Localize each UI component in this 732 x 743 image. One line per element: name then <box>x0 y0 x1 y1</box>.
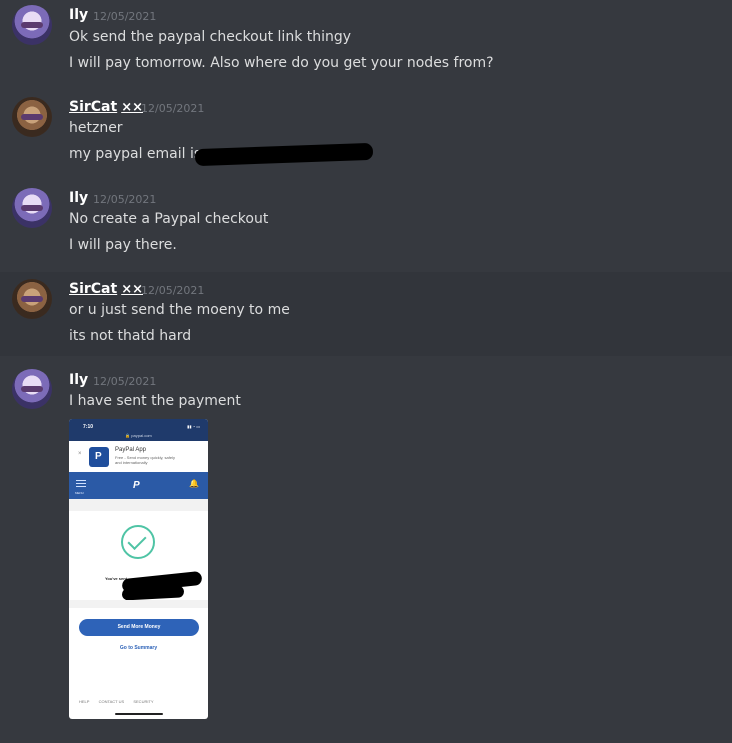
phone-status-bar: 7:10 ▮▮ ◔ ▭ 🔒 paypal.com <box>69 419 208 441</box>
timestamp: 12/05/2021 <box>93 193 157 206</box>
paypal-logo-icon: P <box>133 480 140 491</box>
timestamp: 12/05/2021 <box>93 375 157 388</box>
message-text: I will pay there. <box>69 237 177 253</box>
username[interactable]: Ily <box>69 372 88 388</box>
message-text: I will pay tomorrow. Also where do you g… <box>69 55 494 71</box>
checkmark-icon <box>121 525 155 559</box>
username-text[interactable]: SirCat <box>69 99 117 115</box>
message-text: my paypal email is <box>69 146 202 162</box>
username[interactable]: Ily <box>69 190 88 206</box>
send-more-money-button: Send More Money <box>79 619 199 636</box>
avatar[interactable] <box>12 5 52 45</box>
avatar[interactable] <box>12 188 52 228</box>
app-name: PayPal App <box>115 447 147 453</box>
menu-label: MENU <box>75 491 84 495</box>
footer-link: CONTACT US <box>98 699 125 704</box>
divider <box>69 499 208 511</box>
message-group: Ily 12/05/2021 Ok send the paypal checko… <box>0 0 732 88</box>
timestamp: 12/05/2021 <box>93 10 157 23</box>
message-text: No create a Paypal checkout <box>69 211 269 227</box>
image-attachment[interactable]: 7:10 ▮▮ ◔ ▭ 🔒 paypal.com × P PayPal App … <box>69 419 208 719</box>
username[interactable]: SirCat ×× <box>69 281 143 297</box>
message-text: I have sent the payment <box>69 393 241 409</box>
redaction-mark <box>121 585 185 601</box>
user-badge: ×× <box>121 282 143 297</box>
message-text: its not thatd hard <box>69 328 192 344</box>
timestamp: 12/05/2021 <box>141 284 205 297</box>
go-to-summary-link: Go to Summary <box>119 645 158 651</box>
paypal-app-icon: P <box>89 447 109 467</box>
username-text[interactable]: SirCat <box>69 281 117 297</box>
timestamp: 12/05/2021 <box>141 102 205 115</box>
signal-icon: ▮▮ ◔ ▭ <box>187 424 200 429</box>
url-text: 🔒 paypal.com <box>125 433 152 438</box>
message-text: Ok send the paypal checkout link thingy <box>69 29 352 45</box>
paypal-nav-bar: MENU P 🔔 <box>69 472 208 499</box>
username[interactable]: Ily <box>69 7 88 23</box>
avatar[interactable] <box>12 97 52 137</box>
avatar[interactable] <box>12 369 52 409</box>
app-description: Free - Send money quickly, safely and in… <box>115 455 175 465</box>
status-time: 7:10 <box>83 424 94 430</box>
footer-link: SECURITY <box>133 699 154 704</box>
username[interactable]: SirCat ×× <box>69 99 143 115</box>
menu-icon <box>76 480 86 489</box>
avatar[interactable] <box>12 279 52 319</box>
message-text: or u just send the moeny to me <box>69 302 290 318</box>
footer-link: HELP <box>79 699 90 704</box>
app-banner: × P PayPal App Free - Send money quickly… <box>69 441 208 473</box>
message-group: SirCat ×× 12/05/2021 or u just send the m… <box>0 272 732 356</box>
redaction-mark <box>194 142 374 167</box>
message-text: hetzner <box>69 120 123 136</box>
close-icon: × <box>78 451 82 457</box>
home-indicator <box>115 713 163 715</box>
message-group: Ily 12/05/2021 No create a Paypal checko… <box>0 176 732 272</box>
message-group: SirCat ×× 12/05/2021 hetzner my paypal em… <box>0 88 732 176</box>
user-badge: ×× <box>121 100 143 115</box>
footer-links: HELP CONTACT US SECURITY <box>79 699 162 704</box>
divider <box>69 600 208 608</box>
bell-icon: 🔔 <box>189 479 199 488</box>
